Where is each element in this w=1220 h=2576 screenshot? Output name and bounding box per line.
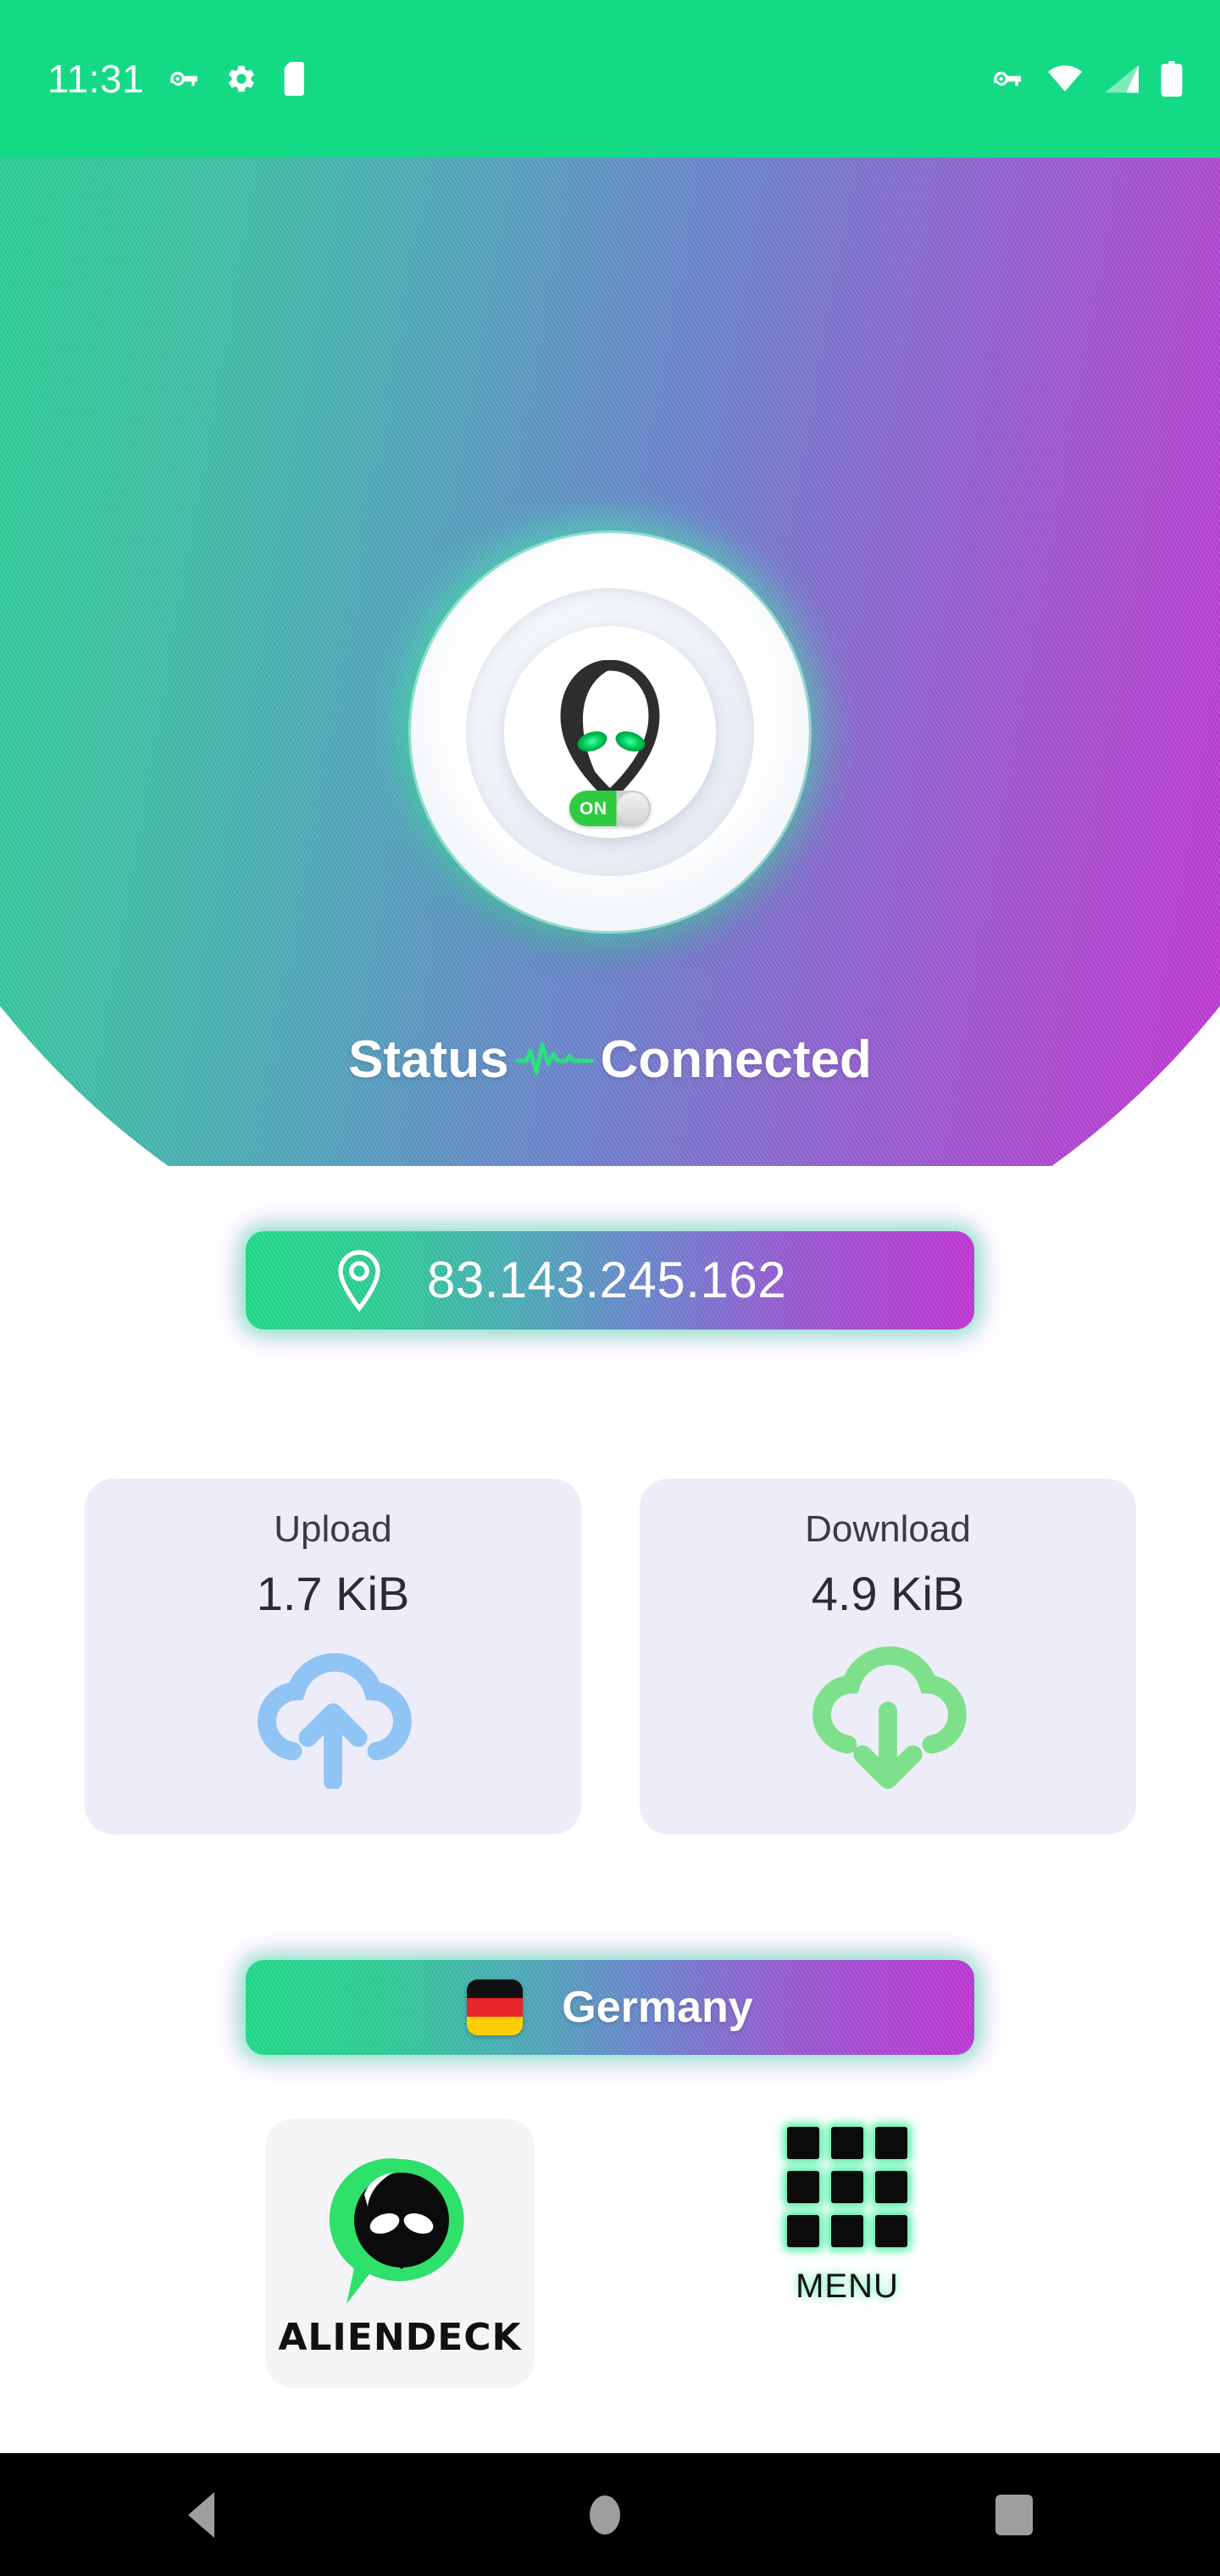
aliendeck-logo-icon: [317, 2151, 483, 2318]
cloud-upload-icon: [252, 1640, 413, 1793]
status-bar: 11:31: [0, 0, 1220, 158]
power-button-core: ON: [504, 626, 716, 838]
vpn-key-icon: [168, 62, 202, 96]
connection-status: Status Connected: [0, 1032, 1220, 1087]
android-navigation-bar: [0, 2453, 1220, 2576]
app-screen: 11:31 ON Status Connected 83.143.245.162…: [0, 0, 1220, 2576]
sd-card-icon: [281, 62, 310, 96]
hero-section: ON Status Connected: [0, 158, 1220, 1166]
vpn-on-toggle[interactable]: ON: [569, 791, 651, 826]
ip-address-pill[interactable]: 83.143.245.162: [246, 1231, 974, 1330]
download-title: Download: [805, 1508, 971, 1550]
pulse-heartbeat-icon: [514, 1032, 596, 1087]
status-bar-clock: 11:31: [47, 57, 145, 101]
wifi-icon: [1047, 64, 1083, 93]
status-value: Connected: [600, 1030, 872, 1089]
country-name-label: Germany: [562, 1983, 753, 2032]
upload-stat-card: Upload 1.7 KiB: [85, 1479, 581, 1835]
country-selector-button[interactable]: Germany: [246, 1960, 974, 2055]
aliendeck-brand-button[interactable]: ALIENDECK: [265, 2118, 535, 2388]
upload-title: Upload: [274, 1508, 392, 1550]
battery-icon: [1161, 61, 1183, 97]
aliendeck-brand-label: ALIENDECK: [278, 2315, 522, 2359]
upload-value: 1.7 KiB: [256, 1567, 410, 1620]
status-label: Status: [348, 1030, 509, 1089]
menu-label: MENU: [796, 2268, 899, 2305]
status-bar-left: 11:31: [47, 59, 310, 98]
toggle-state-label: ON: [580, 798, 607, 819]
recents-button[interactable]: [995, 2494, 1033, 2535]
germany-flag-icon: [467, 1979, 524, 2035]
back-button[interactable]: [187, 2491, 214, 2538]
menu-button[interactable]: MENU: [741, 2118, 953, 2388]
download-value: 4.9 KiB: [811, 1567, 965, 1620]
vpn-key-icon: [991, 62, 1025, 96]
vpn-power-button[interactable]: ON: [411, 533, 809, 931]
toggle-knob: [617, 792, 649, 824]
status-bar-right: [991, 61, 1183, 97]
power-button-inner-ring: ON: [466, 588, 754, 876]
cloud-download-icon: [807, 1640, 968, 1793]
location-pin-icon: [336, 1249, 383, 1312]
grid-menu-icon: [787, 2127, 907, 2247]
download-stat-card: Download 4.9 KiB: [640, 1479, 1136, 1835]
cellular-signal-icon: [1105, 64, 1139, 93]
ip-address-value: 83.143.245.162: [427, 1252, 787, 1308]
home-button[interactable]: [589, 2495, 620, 2534]
settings-gear-icon: [225, 63, 258, 95]
alien-head-icon: [554, 659, 666, 804]
